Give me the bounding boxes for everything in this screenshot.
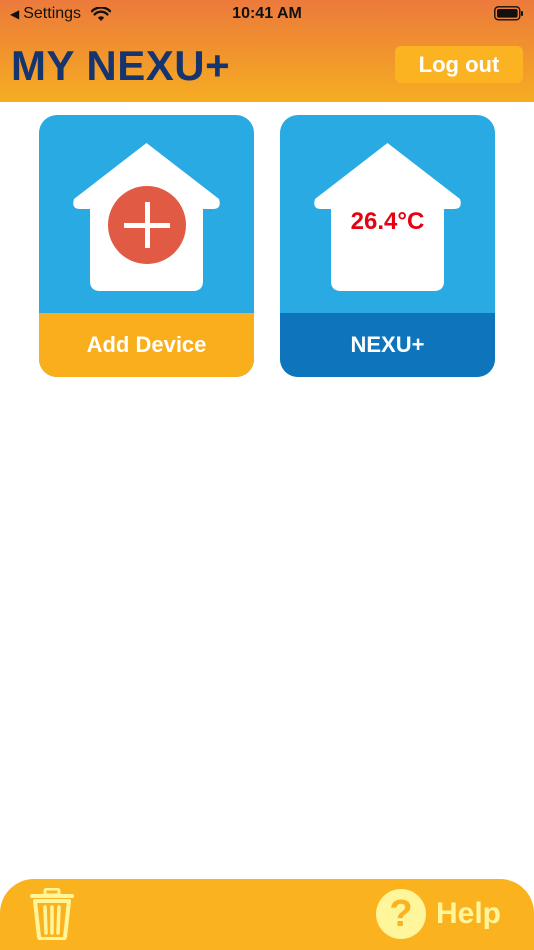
add-device-tile[interactable]: Add Device <box>39 115 254 377</box>
device-tile-nexu[interactable]: 26.4°C NEXU+ <box>280 115 495 377</box>
status-bar: ◀ Settings 10:41 AM <box>0 0 534 28</box>
logout-button[interactable]: Log out <box>395 46 523 83</box>
add-device-label: Add Device <box>39 313 254 377</box>
help-button[interactable]: ? Help <box>376 886 501 942</box>
app-header: ◀ Settings 10:41 AM MY NEXU+ Log out <box>0 0 534 102</box>
page-title: MY NEXU+ <box>11 42 231 89</box>
trash-icon[interactable] <box>28 887 76 941</box>
battery-icon <box>494 6 524 26</box>
help-label: Help <box>436 897 502 930</box>
device-name-label: NEXU+ <box>280 313 495 377</box>
clock: 10:41 AM <box>232 5 302 22</box>
temperature-reading: 26.4°C <box>350 208 425 235</box>
add-circle-icon <box>108 186 186 264</box>
question-icon: ? <box>376 889 426 939</box>
